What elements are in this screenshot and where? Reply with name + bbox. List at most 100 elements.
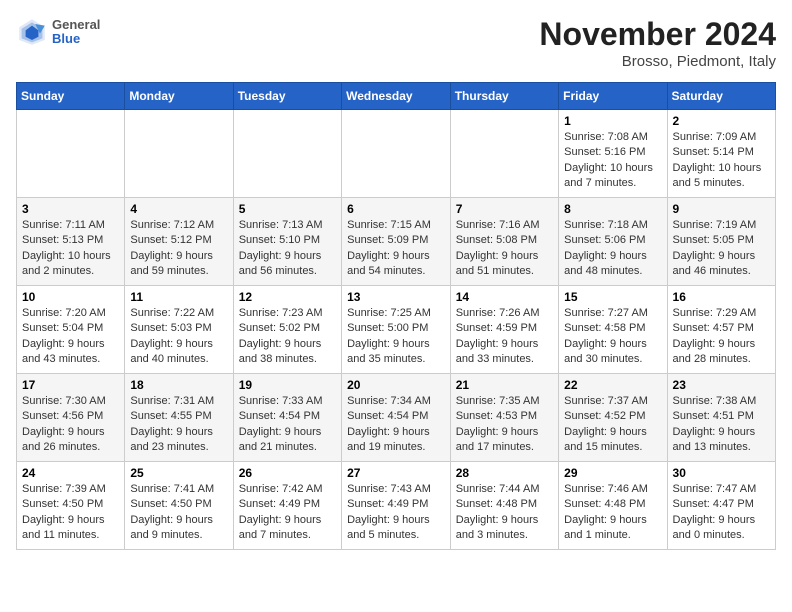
day-info: Sunrise: 7:20 AM Sunset: 5:04 PM Dayligh… (22, 306, 119, 368)
logo-blue: Blue (52, 32, 100, 46)
location: Brosso, Piedmont, Italy (539, 53, 776, 70)
day-info: Sunrise: 7:29 AM Sunset: 4:57 PM Dayligh… (673, 306, 770, 368)
day-info: Sunrise: 7:34 AM Sunset: 4:54 PM Dayligh… (347, 394, 445, 456)
day-number: 16 (673, 290, 770, 304)
weekday-header-tuesday: Tuesday (233, 83, 341, 110)
day-number: 3 (22, 202, 119, 216)
day-info: Sunrise: 7:46 AM Sunset: 4:48 PM Dayligh… (564, 482, 661, 544)
day-cell: 3 Sunrise: 7:11 AM Sunset: 5:13 PM Daylig… (17, 198, 125, 286)
day-number: 15 (564, 290, 661, 304)
day-cell: 5 Sunrise: 7:13 AM Sunset: 5:10 PM Daylig… (233, 198, 341, 286)
day-info: Sunrise: 7:22 AM Sunset: 5:03 PM Dayligh… (130, 306, 227, 368)
weekday-header-saturday: Saturday (667, 83, 775, 110)
weekday-header-friday: Friday (559, 83, 667, 110)
day-info: Sunrise: 7:08 AM Sunset: 5:16 PM Dayligh… (564, 130, 661, 192)
day-cell: 13 Sunrise: 7:25 AM Sunset: 5:00 PM Dayli… (342, 286, 451, 374)
day-cell: 24 Sunrise: 7:39 AM Sunset: 4:50 PM Dayli… (17, 462, 125, 550)
day-info: Sunrise: 7:31 AM Sunset: 4:55 PM Dayligh… (130, 394, 227, 456)
day-number: 27 (347, 466, 445, 480)
day-number: 24 (22, 466, 119, 480)
day-number: 11 (130, 290, 227, 304)
day-info: Sunrise: 7:19 AM Sunset: 5:05 PM Dayligh… (673, 218, 770, 280)
weekday-header-sunday: Sunday (17, 83, 125, 110)
day-info: Sunrise: 7:18 AM Sunset: 5:06 PM Dayligh… (564, 218, 661, 280)
day-info: Sunrise: 7:26 AM Sunset: 4:59 PM Dayligh… (456, 306, 553, 368)
day-cell: 25Sunrise: 7:41 AM Sunset: 4:50 PM Dayli… (125, 462, 233, 550)
week-row-2: 3 Sunrise: 7:11 AM Sunset: 5:13 PM Daylig… (17, 198, 776, 286)
day-cell: 12 Sunrise: 7:23 AM Sunset: 5:02 PM Dayli… (233, 286, 341, 374)
day-cell: 29 Sunrise: 7:46 AM Sunset: 4:48 PM Dayli… (559, 462, 667, 550)
day-cell: 6 Sunrise: 7:15 AM Sunset: 5:09 PM Daylig… (342, 198, 451, 286)
day-info: Sunrise: 7:30 AM Sunset: 4:56 PM Dayligh… (22, 394, 119, 456)
day-info: Sunrise: 7:16 AM Sunset: 5:08 PM Dayligh… (456, 218, 553, 280)
week-row-4: 17 Sunrise: 7:30 AM Sunset: 4:56 PM Dayli… (17, 374, 776, 462)
day-cell: 9 Sunrise: 7:19 AM Sunset: 5:05 PM Daylig… (667, 198, 775, 286)
day-cell: 7Sunrise: 7:16 AM Sunset: 5:08 PM Daylig… (450, 198, 558, 286)
day-cell: 8Sunrise: 7:18 AM Sunset: 5:06 PM Daylig… (559, 198, 667, 286)
day-cell: 1 Sunrise: 7:08 AM Sunset: 5:16 PM Daylig… (559, 110, 667, 198)
day-number: 13 (347, 290, 445, 304)
day-info: Sunrise: 7:44 AM Sunset: 4:48 PM Dayligh… (456, 482, 553, 544)
day-cell: 22Sunrise: 7:37 AM Sunset: 4:52 PM Dayli… (559, 374, 667, 462)
week-row-1: 1 Sunrise: 7:08 AM Sunset: 5:16 PM Daylig… (17, 110, 776, 198)
weekday-header-wednesday: Wednesday (342, 83, 451, 110)
weekday-header-thursday: Thursday (450, 83, 558, 110)
logo-text: General Blue (52, 18, 100, 47)
day-info: Sunrise: 7:41 AM Sunset: 4:50 PM Dayligh… (130, 482, 227, 544)
day-cell: 14Sunrise: 7:26 AM Sunset: 4:59 PM Dayli… (450, 286, 558, 374)
day-cell (17, 110, 125, 198)
day-number: 26 (239, 466, 336, 480)
day-number: 5 (239, 202, 336, 216)
logo-icon (16, 16, 48, 48)
day-number: 18 (130, 378, 227, 392)
day-cell: 21Sunrise: 7:35 AM Sunset: 4:53 PM Dayli… (450, 374, 558, 462)
day-info: Sunrise: 7:11 AM Sunset: 5:13 PM Dayligh… (22, 218, 119, 280)
day-number: 19 (239, 378, 336, 392)
weekday-header-monday: Monday (125, 83, 233, 110)
week-row-5: 24 Sunrise: 7:39 AM Sunset: 4:50 PM Dayli… (17, 462, 776, 550)
day-cell (233, 110, 341, 198)
day-cell: 10Sunrise: 7:20 AM Sunset: 5:04 PM Dayli… (17, 286, 125, 374)
day-cell: 11 Sunrise: 7:22 AM Sunset: 5:03 PM Dayli… (125, 286, 233, 374)
day-info: Sunrise: 7:23 AM Sunset: 5:02 PM Dayligh… (239, 306, 336, 368)
day-info: Sunrise: 7:12 AM Sunset: 5:12 PM Dayligh… (130, 218, 227, 280)
day-cell: 2 Sunrise: 7:09 AM Sunset: 5:14 PM Daylig… (667, 110, 775, 198)
day-number: 29 (564, 466, 661, 480)
day-cell (342, 110, 451, 198)
month-title: November 2024 (539, 16, 776, 53)
day-cell: 15Sunrise: 7:27 AM Sunset: 4:58 PM Dayli… (559, 286, 667, 374)
page-header: General Blue November 2024 Brosso, Piedm… (16, 16, 776, 70)
day-cell (125, 110, 233, 198)
day-info: Sunrise: 7:37 AM Sunset: 4:52 PM Dayligh… (564, 394, 661, 456)
day-number: 6 (347, 202, 445, 216)
day-info: Sunrise: 7:25 AM Sunset: 5:00 PM Dayligh… (347, 306, 445, 368)
day-info: Sunrise: 7:47 AM Sunset: 4:47 PM Dayligh… (673, 482, 770, 544)
day-number: 12 (239, 290, 336, 304)
day-info: Sunrise: 7:15 AM Sunset: 5:09 PM Dayligh… (347, 218, 445, 280)
day-number: 2 (673, 114, 770, 128)
day-info: Sunrise: 7:13 AM Sunset: 5:10 PM Dayligh… (239, 218, 336, 280)
weekday-header-row: SundayMondayTuesdayWednesdayThursdayFrid… (17, 83, 776, 110)
day-number: 1 (564, 114, 661, 128)
day-info: Sunrise: 7:09 AM Sunset: 5:14 PM Dayligh… (673, 130, 770, 192)
title-block: November 2024 Brosso, Piedmont, Italy (539, 16, 776, 70)
day-cell: 26Sunrise: 7:42 AM Sunset: 4:49 PM Dayli… (233, 462, 341, 550)
day-number: 4 (130, 202, 227, 216)
day-info: Sunrise: 7:38 AM Sunset: 4:51 PM Dayligh… (673, 394, 770, 456)
day-cell: 18 Sunrise: 7:31 AM Sunset: 4:55 PM Dayli… (125, 374, 233, 462)
day-number: 23 (673, 378, 770, 392)
day-cell (450, 110, 558, 198)
day-number: 17 (22, 378, 119, 392)
day-cell: 23 Sunrise: 7:38 AM Sunset: 4:51 PM Dayli… (667, 374, 775, 462)
day-cell: 19Sunrise: 7:33 AM Sunset: 4:54 PM Dayli… (233, 374, 341, 462)
day-number: 9 (673, 202, 770, 216)
day-info: Sunrise: 7:39 AM Sunset: 4:50 PM Dayligh… (22, 482, 119, 544)
day-info: Sunrise: 7:43 AM Sunset: 4:49 PM Dayligh… (347, 482, 445, 544)
day-cell: 4 Sunrise: 7:12 AM Sunset: 5:12 PM Daylig… (125, 198, 233, 286)
day-info: Sunrise: 7:35 AM Sunset: 4:53 PM Dayligh… (456, 394, 553, 456)
day-cell: 16 Sunrise: 7:29 AM Sunset: 4:57 PM Dayli… (667, 286, 775, 374)
day-cell: 27 Sunrise: 7:43 AM Sunset: 4:49 PM Dayli… (342, 462, 451, 550)
day-cell: 17 Sunrise: 7:30 AM Sunset: 4:56 PM Dayli… (17, 374, 125, 462)
day-number: 20 (347, 378, 445, 392)
day-cell: 30Sunrise: 7:47 AM Sunset: 4:47 PM Dayli… (667, 462, 775, 550)
